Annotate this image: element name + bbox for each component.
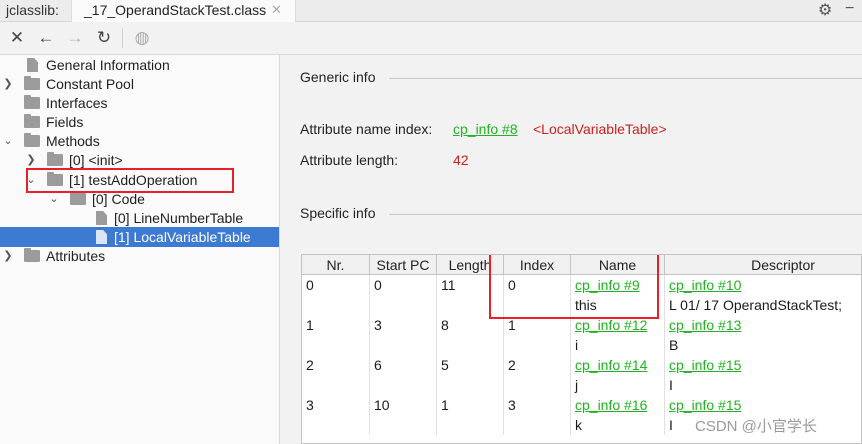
chevron-right-icon[interactable]: ❯ bbox=[2, 74, 14, 94]
cell-nr: 0 bbox=[306, 277, 314, 293]
divider bbox=[389, 78, 862, 79]
cell-name-link[interactable]: cp_info #16 bbox=[575, 397, 647, 413]
cell-descriptor-link[interactable]: cp_info #15 bbox=[669, 357, 741, 373]
folder-icon bbox=[24, 133, 40, 147]
cell-descriptor-value: I bbox=[669, 417, 673, 433]
cell-descriptor-link[interactable]: cp_info #13 bbox=[669, 317, 741, 333]
attribute-name-index-link[interactable]: cp_info #8 bbox=[453, 121, 518, 137]
toolbar-separator bbox=[122, 28, 123, 48]
file-icon bbox=[27, 58, 38, 72]
folder-icon bbox=[47, 152, 63, 166]
cell-descriptor-value: B bbox=[669, 337, 679, 353]
divider bbox=[389, 214, 862, 215]
refresh-icon[interactable]: ↻ bbox=[94, 28, 114, 48]
cell-name-value: k bbox=[575, 417, 582, 433]
tab-close-icon[interactable]: ✕ bbox=[271, 2, 282, 18]
cell-index: 2 bbox=[508, 357, 516, 373]
cell-name-value: i bbox=[575, 337, 579, 353]
column-header-start-pc[interactable]: Start PC bbox=[370, 255, 437, 275]
cell-name-value: j bbox=[575, 377, 579, 393]
tree-item-interfaces[interactable]: Interfaces bbox=[0, 93, 279, 113]
editor-tab-bar: jclasslib: _17_OperandStackTest.class ✕ … bbox=[0, 0, 862, 22]
generic-info-title: Generic info bbox=[300, 69, 376, 85]
tree-item-label: Fields bbox=[46, 114, 84, 130]
tree-item-label: Interfaces bbox=[46, 95, 108, 111]
cell-descriptor-link[interactable]: cp_info #10 bbox=[669, 277, 741, 293]
tab-class-file[interactable]: _17_OperandStackTest.class ✕ bbox=[71, 0, 296, 22]
tab-title[interactable]: _17_OperandStackTest.class bbox=[84, 2, 266, 18]
attribute-name-value: <LocalVariableTable> bbox=[533, 121, 667, 137]
back-arrow-icon[interactable]: ← bbox=[36, 28, 56, 48]
tree-item-fields[interactable]: Fields bbox=[0, 112, 279, 132]
cell-start-pc: 0 bbox=[374, 277, 382, 293]
web-icon[interactable]: ◍ bbox=[132, 28, 152, 48]
cell-start-pc: 6 bbox=[374, 357, 382, 373]
minus-icon[interactable]: − bbox=[845, 0, 854, 18]
tree-item-label: Constant Pool bbox=[46, 76, 134, 92]
watermark: CSDN @小官学长 bbox=[695, 418, 817, 435]
folder-icon bbox=[70, 191, 86, 205]
cell-start-pc: 3 bbox=[374, 317, 382, 333]
chevron-right-icon[interactable]: ❯ bbox=[2, 246, 14, 266]
cell-descriptor-link[interactable]: cp_info #15 bbox=[669, 397, 741, 413]
toolbar: ✕ ← → ↻ ◍ bbox=[0, 22, 862, 55]
cell-length: 8 bbox=[441, 317, 449, 333]
folder-icon bbox=[24, 76, 40, 90]
file-icon bbox=[96, 211, 107, 225]
cell-name-link[interactable]: cp_info #12 bbox=[575, 317, 647, 333]
forward-arrow-icon[interactable]: → bbox=[65, 28, 85, 48]
chevron-down-icon[interactable]: ⌄ bbox=[2, 131, 14, 151]
cell-length: 5 bbox=[441, 357, 449, 373]
cell-nr: 2 bbox=[306, 357, 314, 373]
cell-index: 3 bbox=[508, 397, 516, 413]
column-header-nr[interactable]: Nr. bbox=[302, 255, 370, 275]
folder-icon bbox=[24, 95, 40, 109]
tree-item-attributes[interactable]: ❯ Attributes bbox=[0, 246, 279, 266]
table-row[interactable]: 2 6 5 2 cp_info #14 j cp_info #15 I bbox=[302, 355, 861, 395]
tree-item-line-number-table[interactable]: [0] LineNumberTable bbox=[0, 208, 279, 228]
tree-item-general-information[interactable]: General Information bbox=[0, 55, 279, 75]
gear-icon[interactable]: ⚙ bbox=[818, 0, 832, 20]
cell-descriptor-value: L 01/ 17 OperandStackTest; bbox=[669, 297, 843, 313]
detail-panel: Generic info Attribute name index: cp_in… bbox=[281, 55, 862, 444]
attribute-length-label: Attribute length: bbox=[300, 152, 399, 168]
highlight-box bbox=[489, 255, 659, 319]
tree-item-constant-pool[interactable]: ❯ Constant Pool bbox=[0, 74, 279, 94]
cell-nr: 1 bbox=[306, 317, 314, 333]
column-header-descriptor[interactable]: Descriptor bbox=[665, 255, 861, 275]
tree-item-label: [1] LocalVariableTable bbox=[114, 229, 251, 245]
folder-icon bbox=[24, 114, 40, 128]
tree-item-label: General Information bbox=[46, 57, 170, 73]
close-icon[interactable]: ✕ bbox=[7, 28, 27, 48]
highlight-box bbox=[26, 168, 234, 193]
specific-info-title: Specific info bbox=[300, 205, 376, 221]
cell-nr: 3 bbox=[306, 397, 314, 413]
file-icon bbox=[96, 230, 107, 244]
tree-item-local-variable-table[interactable]: [1] LocalVariableTable bbox=[0, 227, 279, 247]
cell-index: 1 bbox=[508, 317, 516, 333]
table-row[interactable]: 1 3 8 1 cp_info #12 i cp_info #13 B bbox=[302, 315, 861, 355]
tree-item-methods[interactable]: ⌄ Methods bbox=[0, 131, 279, 151]
structure-tree: General Information ❯ Constant Pool Inte… bbox=[0, 55, 280, 444]
tree-item-label: [0] <init> bbox=[69, 152, 123, 168]
tree-item-label: Methods bbox=[46, 133, 100, 149]
cell-length: 11 bbox=[441, 277, 456, 293]
tree-item-label: [0] LineNumberTable bbox=[114, 210, 244, 226]
folder-icon bbox=[24, 248, 40, 262]
cell-name-link[interactable]: cp_info #14 bbox=[575, 357, 647, 373]
chevron-right-icon[interactable]: ❯ bbox=[25, 150, 37, 170]
tree-item-label: Attributes bbox=[46, 248, 106, 264]
app-label: jclasslib: bbox=[6, 2, 59, 18]
cell-start-pc: 10 bbox=[374, 397, 390, 413]
attribute-length-value: 42 bbox=[453, 152, 469, 168]
attribute-name-index-label: Attribute name index: bbox=[300, 121, 433, 137]
cell-length: 1 bbox=[441, 397, 449, 413]
cell-descriptor-value: I bbox=[669, 377, 673, 393]
tree-item-method-init[interactable]: ❯ [0] <init> bbox=[0, 150, 279, 170]
